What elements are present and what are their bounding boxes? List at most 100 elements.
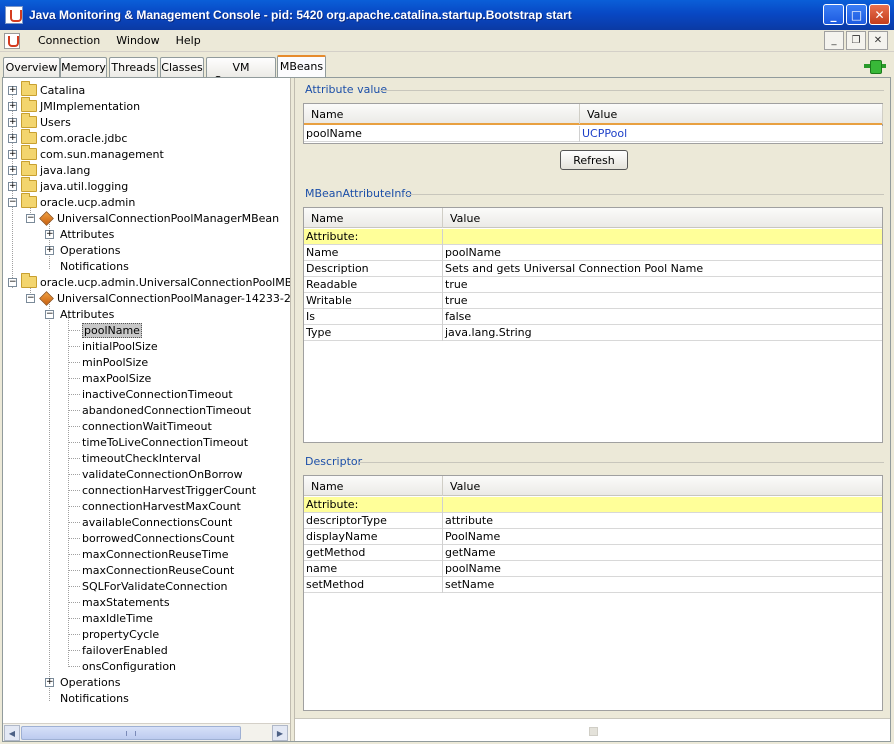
tree-node-attribute-timeoutcheckinterval[interactable]: timeoutCheckInterval (82, 450, 201, 466)
tree-node-manager-operations[interactable]: Operations (60, 242, 120, 258)
cell-value: attribute (445, 514, 493, 527)
expand-icon[interactable]: + (8, 150, 17, 159)
tree-node-attribute-timetoliveconnectiontimeout[interactable]: timeToLiveConnectionTimeout (82, 434, 248, 450)
table-row: getMethod getName (304, 545, 882, 561)
tree-node-attribute-maxconnectionreusetime[interactable]: maxConnectionReuseTime (82, 546, 229, 562)
menu-help[interactable]: Help (168, 34, 209, 47)
tree-node-attribute-poolname[interactable]: poolName (82, 322, 142, 338)
menu-window[interactable]: Window (108, 34, 167, 47)
tree-node-attribute-abandonedconnectiontimeout[interactable]: abandonedConnectionTimeout (82, 402, 251, 418)
tree-node-manager-notifications[interactable]: Notifications (60, 258, 129, 274)
inner-minimize-button[interactable]: _ (824, 31, 844, 50)
collapse-icon[interactable]: − (26, 214, 35, 223)
tree-horizontal-scrollbar[interactable]: ◀ ▶ (3, 723, 290, 741)
inner-window-controls: _ ❐ ✕ (824, 31, 888, 50)
cell-name: setMethod (304, 577, 443, 593)
tab-classes[interactable]: Classes (160, 57, 204, 77)
expand-icon[interactable]: + (45, 230, 54, 239)
table-row: Attribute: (304, 497, 882, 513)
tree-node-ucp-manager-instance[interactable]: UniversalConnectionPoolManager-14233-2-p… (39, 290, 290, 306)
tab-mbeans[interactable]: MBeans (277, 55, 326, 77)
column-header-name[interactable]: Name (304, 104, 580, 124)
menu-connection[interactable]: Connection (30, 34, 108, 47)
connection-status-icon[interactable] (864, 60, 886, 74)
tree-node-attribute-availableconnectionscount[interactable]: availableConnectionsCount (82, 514, 232, 530)
collapse-icon[interactable]: − (26, 294, 35, 303)
cell-name: Type (304, 325, 443, 341)
column-header-value[interactable]: Value (443, 476, 883, 496)
tree-node-pool-notifications[interactable]: Notifications (60, 690, 129, 706)
close-button[interactable]: ✕ (869, 4, 890, 25)
refresh-button[interactable]: Refresh (560, 150, 628, 170)
tree-node-attribute-inactiveconnectiontimeout[interactable]: inactiveConnectionTimeout (82, 386, 233, 402)
mbean-tree: Catalina JMImplementation Users com.orac… (3, 78, 290, 723)
column-header-value[interactable]: Value (580, 104, 883, 124)
java-app-icon[interactable] (5, 6, 23, 24)
tree-node-ucp-pool-mbean[interactable]: oracle.ucp.admin.UniversalConnectionPool… (21, 273, 290, 290)
expand-icon[interactable]: + (8, 86, 17, 95)
collapse-icon[interactable]: − (8, 278, 17, 287)
resize-grip-icon[interactable] (589, 727, 598, 736)
tree-node-manager-attributes[interactable]: Attributes (60, 226, 114, 242)
tree-node-oracle-ucp-admin[interactable]: oracle.ucp.admin (21, 193, 135, 210)
column-header-name[interactable]: Name (304, 208, 443, 228)
expand-icon[interactable]: + (8, 166, 17, 175)
scroll-right-icon[interactable]: ▶ (272, 725, 288, 741)
attribute-value-table: Name Value poolName UCPPool (303, 103, 883, 144)
folder-icon (21, 97, 37, 112)
mbean-icon (39, 290, 54, 306)
table-row: Attribute: (304, 229, 882, 245)
expand-icon[interactable]: + (8, 182, 17, 191)
tree-node-attribute-initialpoolsize[interactable]: initialPoolSize (82, 338, 158, 354)
tree-node-attribute-maxpoolsize[interactable]: maxPoolSize (82, 370, 151, 386)
minimize-button[interactable]: _ (823, 4, 844, 25)
tree-node-attribute-minpoolsize[interactable]: minPoolSize (82, 354, 148, 370)
scroll-thumb[interactable] (21, 726, 241, 740)
tree-node-attribute-connectionwaittimeout[interactable]: connectionWaitTimeout (82, 418, 212, 434)
tree-node-attribute-propertycycle[interactable]: propertyCycle (82, 626, 159, 642)
tree-node-ucp-manager-mbean[interactable]: UniversalConnectionPoolManagerMBean (39, 210, 279, 226)
tree-node-attribute-maxstatements[interactable]: maxStatements (82, 594, 170, 610)
expand-icon[interactable]: + (8, 118, 17, 127)
tree-node-attribute-sqlforvalidateconnection[interactable]: SQLForValidateConnection (82, 578, 228, 594)
expand-icon[interactable]: + (8, 102, 17, 111)
tree-node-attribute-connectionharvestmaxcount[interactable]: connectionHarvestMaxCount (82, 498, 241, 514)
tree-node-java-lang[interactable]: java.lang (21, 161, 90, 178)
expand-icon[interactable]: + (45, 678, 54, 687)
tree-node-pool-operations[interactable]: Operations (60, 674, 120, 690)
scroll-left-icon[interactable]: ◀ (4, 725, 20, 741)
inner-close-button[interactable]: ✕ (868, 31, 888, 50)
tree-node-attribute-maxconnectionreusecount[interactable]: maxConnectionReuseCount (82, 562, 234, 578)
java-menu-icon[interactable] (4, 32, 20, 49)
inner-restore-button[interactable]: ❐ (846, 31, 866, 50)
tree-node-attribute-borrowedconnectionscount[interactable]: borrowedConnectionsCount (82, 530, 234, 546)
tab-vm-summary[interactable]: VM Summary (206, 57, 276, 87)
tree-node-attribute-maxidletime[interactable]: maxIdleTime (82, 610, 153, 626)
cell-value: true (445, 294, 468, 307)
tree-node-com-sun-management[interactable]: com.sun.management (21, 145, 164, 162)
collapse-icon[interactable]: − (45, 310, 54, 319)
tree-node-jmimplementation[interactable]: JMImplementation (21, 97, 140, 114)
tab-overview[interactable]: Overview (3, 57, 60, 77)
maximize-button[interactable]: □ (846, 4, 867, 25)
cell-name: Description (304, 261, 443, 277)
attribute-value-field[interactable]: UCPPool (580, 126, 883, 142)
tree-node-attribute-connectionharvesttriggercount[interactable]: connectionHarvestTriggerCount (82, 482, 256, 498)
descriptor-title: Descriptor (305, 455, 363, 468)
tree-node-attribute-failoverenabled[interactable]: failoverEnabled (82, 642, 168, 658)
mbean-icon (39, 210, 54, 226)
expand-icon[interactable]: + (8, 134, 17, 143)
tree-node-pool-attributes[interactable]: Attributes (60, 306, 114, 322)
tab-memory[interactable]: Memory (60, 57, 107, 77)
tree-node-com-oracle-jdbc[interactable]: com.oracle.jdbc (21, 129, 127, 146)
collapse-icon[interactable]: − (8, 198, 17, 207)
column-header-value[interactable]: Value (443, 208, 883, 228)
tab-threads[interactable]: Threads (109, 57, 158, 77)
column-header-name[interactable]: Name (304, 476, 443, 496)
tree-node-users[interactable]: Users (21, 113, 71, 130)
tree-node-java-util-logging[interactable]: java.util.logging (21, 177, 128, 194)
tree-node-attribute-validateconnectiononborrow[interactable]: validateConnectionOnBorrow (82, 466, 243, 482)
tree-node-catalina[interactable]: Catalina (21, 81, 85, 98)
expand-icon[interactable]: + (45, 246, 54, 255)
tree-node-attribute-onsconfiguration[interactable]: onsConfiguration (82, 658, 176, 674)
